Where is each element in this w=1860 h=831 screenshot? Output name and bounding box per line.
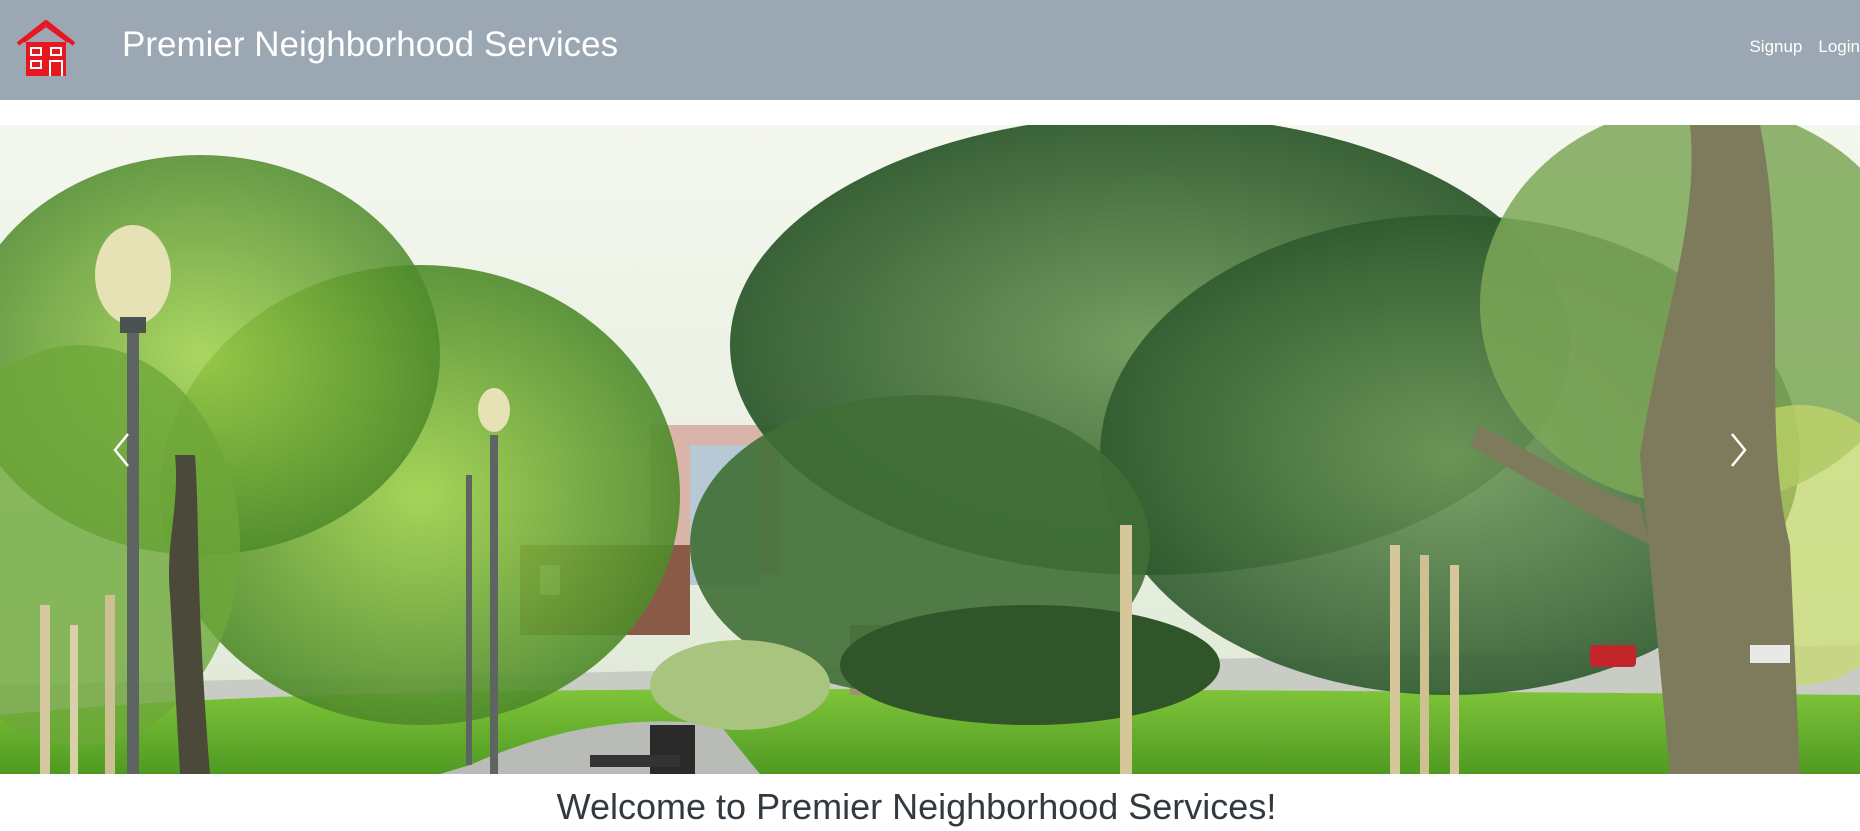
top-navbar: Premier Neighborhood Services Signup Log… [0,0,1860,100]
nav-links: Signup Login [1749,37,1860,57]
welcome-heading: Welcome to Premier Neighborhood Services… [556,786,1277,827]
signup-link[interactable]: Signup [1749,37,1802,57]
carousel-next-button[interactable] [1708,415,1768,485]
brand-title[interactable]: Premier Neighborhood Services [122,24,618,66]
hero-carousel [0,125,1860,774]
chevron-left-icon [113,433,129,467]
chevron-right-icon [1731,433,1747,467]
carousel-slide-image [0,125,1860,774]
house-icon[interactable] [16,18,76,78]
carousel-prev-button[interactable] [92,415,152,485]
login-link[interactable]: Login [1818,37,1860,57]
